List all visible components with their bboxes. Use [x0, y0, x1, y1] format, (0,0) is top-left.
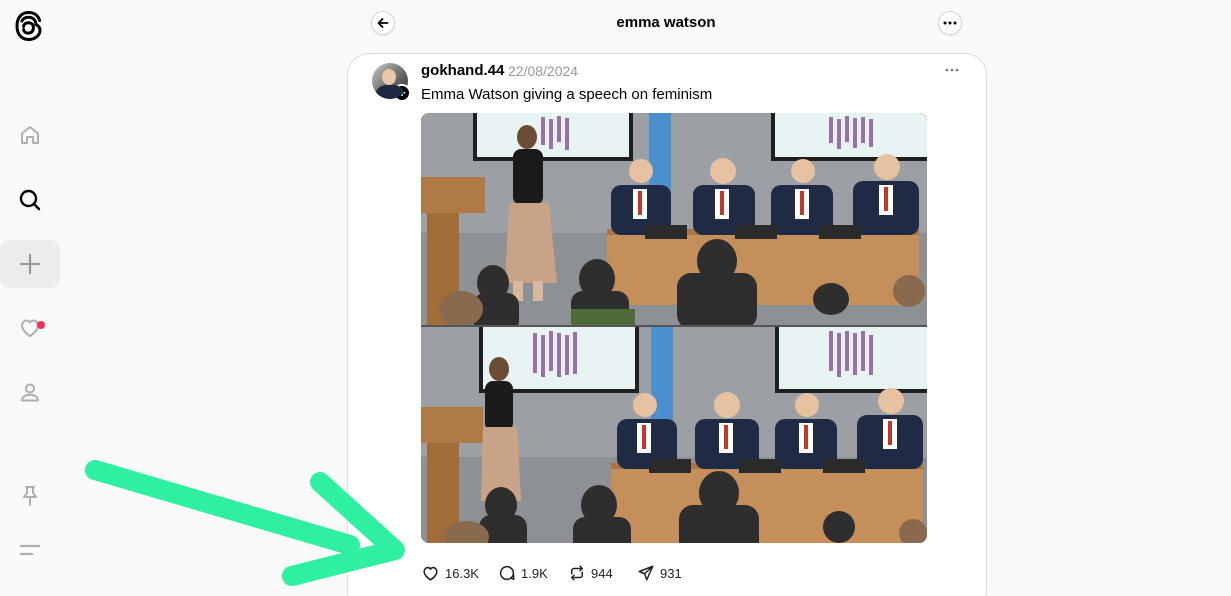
sidebar-item-profile[interactable] — [0, 368, 60, 416]
header-more-button[interactable] — [938, 11, 962, 35]
repost-icon — [571, 565, 583, 581]
like-count: 16.3K — [445, 565, 479, 581]
page-header: emma watson — [346, 0, 986, 46]
reply-button[interactable]: 1.9K — [498, 563, 548, 583]
menu-icon — [19, 544, 41, 556]
sidebar-item-pinned[interactable] — [0, 472, 60, 520]
post-username[interactable]: gokhand.44 — [421, 62, 504, 79]
repost-button[interactable]: 944 — [568, 563, 613, 583]
like-button[interactable]: 16.3K — [421, 563, 479, 583]
share-count: 931 — [660, 565, 682, 581]
share-button[interactable]: 931 — [637, 563, 682, 583]
heart-icon — [423, 566, 438, 581]
sidebar-item-activity[interactable] — [0, 304, 60, 352]
page-title: emma watson — [616, 14, 716, 31]
sidebar-item-search[interactable] — [0, 176, 60, 224]
notification-dot — [37, 321, 45, 329]
sidebar — [0, 0, 64, 596]
sidebar-item-home[interactable] — [0, 111, 60, 159]
pin-icon — [23, 486, 37, 506]
post-more-button[interactable] — [940, 60, 964, 80]
post-card: + gokhand.44 22/08/2024 Emma Watson givi… — [347, 53, 987, 596]
home-icon — [21, 126, 39, 144]
repost-count: 944 — [591, 565, 613, 581]
sidebar-item-create[interactable] — [0, 240, 60, 288]
video-frame-bottom — [421, 327, 927, 543]
reply-count: 1.9K — [521, 565, 548, 581]
person-icon — [21, 383, 39, 402]
more-horizontal-icon — [943, 21, 957, 25]
send-icon — [638, 565, 654, 581]
comment-icon — [499, 565, 515, 581]
more-horizontal-icon — [945, 68, 959, 72]
avatar-image — [372, 63, 408, 99]
sidebar-item-menu[interactable] — [0, 526, 60, 574]
threads-logo-icon[interactable] — [14, 10, 46, 44]
post-image[interactable] — [421, 113, 927, 543]
video-frame-top — [421, 113, 927, 325]
search-icon — [19, 189, 41, 211]
post-date[interactable]: 22/08/2024 — [508, 63, 578, 79]
plus-icon — [19, 253, 41, 275]
avatar[interactable]: + — [372, 63, 411, 102]
post-text: Emma Watson giving a speech on feminism — [421, 86, 713, 103]
